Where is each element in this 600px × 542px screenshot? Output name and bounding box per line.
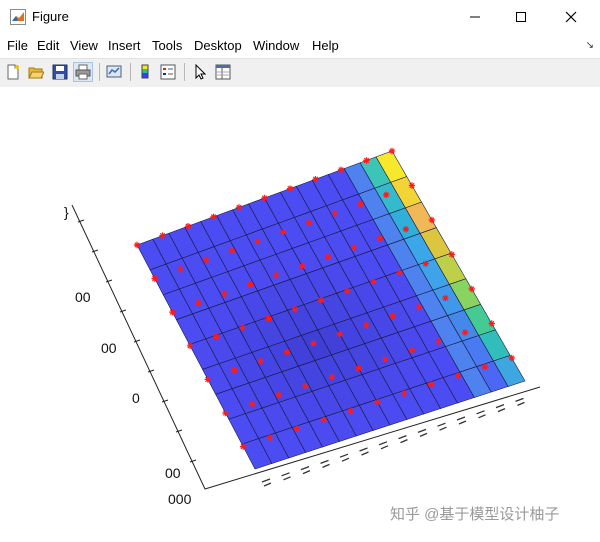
insert-legend-icon <box>160 64 176 80</box>
property-inspector-button[interactable] <box>213 62 233 82</box>
link-plot-icon <box>106 65 122 78</box>
z-tick-label: 000 <box>168 491 192 507</box>
menu-desktop[interactable]: Desktop <box>194 38 242 53</box>
insert-colorbar-button[interactable] <box>135 62 155 82</box>
data-marker <box>350 244 358 251</box>
x-tick-mark <box>495 403 506 413</box>
new-figure-icon <box>7 64 19 80</box>
x-tick-mark <box>359 447 369 456</box>
data-marker <box>257 358 264 365</box>
x-tick-mark <box>378 441 389 450</box>
edit-plot-button[interactable] <box>190 62 210 82</box>
property-inspector-icon <box>215 64 231 80</box>
x-tick-mark <box>515 397 525 406</box>
axis-tick <box>189 459 197 463</box>
maximize-icon <box>516 12 526 22</box>
menu-help[interactable]: Help <box>312 38 339 53</box>
data-marker <box>133 241 141 249</box>
x-tick-mark <box>437 422 447 431</box>
data-marker <box>184 223 192 230</box>
watermark: 知乎 @基于模型设计柚子 <box>390 506 560 523</box>
menu-insert[interactable]: Insert <box>108 38 141 53</box>
x-tick-mark <box>398 434 408 444</box>
data-marker <box>247 281 254 288</box>
z-tick-label: 0 <box>132 390 140 406</box>
data-marker <box>363 321 370 329</box>
menu-tools[interactable]: Tools <box>152 38 182 53</box>
dock-figure-icon[interactable]: ↘ <box>586 40 594 51</box>
x-tick-mark <box>320 459 330 468</box>
insert-legend-button[interactable] <box>158 62 178 82</box>
data-marker <box>481 363 489 371</box>
z-tick-label: 00 <box>165 465 181 481</box>
print-icon <box>75 64 91 80</box>
minimize-button[interactable] <box>452 0 498 34</box>
data-marker <box>228 247 236 254</box>
data-marker <box>159 232 166 239</box>
minimize-icon <box>470 16 480 18</box>
data-marker <box>291 306 298 313</box>
surface-patches <box>136 150 526 470</box>
close-icon <box>565 11 577 23</box>
data-marker <box>408 182 416 189</box>
data-marker <box>402 226 410 233</box>
data-marker <box>240 443 247 450</box>
link-plot-button[interactable] <box>104 62 124 82</box>
data-marker <box>374 399 381 406</box>
data-marker <box>210 213 217 220</box>
axis-tick <box>161 399 169 403</box>
z-tick-label: } <box>64 204 69 220</box>
data-marker <box>370 278 377 286</box>
open-file-icon <box>28 67 44 79</box>
menu-bar: File Edit View Insert Tools Desktop Wind… <box>0 34 600 58</box>
open-file-button[interactable] <box>26 62 46 82</box>
data-marker <box>427 381 435 388</box>
data-marker <box>213 333 220 340</box>
menu-window[interactable]: Window <box>253 38 299 53</box>
edit-plot-icon <box>195 64 207 80</box>
data-marker <box>266 434 274 441</box>
figure-toolbar <box>0 58 600 88</box>
data-marker <box>235 204 243 211</box>
window-title: Figure <box>32 9 69 24</box>
x-tick-mark <box>281 472 291 481</box>
axis-tick <box>175 429 183 433</box>
figure-canvas[interactable]: } 00 00 0 00 000 <box>0 87 600 537</box>
menu-file[interactable]: File <box>7 38 28 53</box>
surface-plot[interactable] <box>0 87 600 537</box>
toolbar-separator <box>130 63 131 81</box>
title-bar: Figure <box>0 0 600 34</box>
print-button[interactable] <box>73 62 93 82</box>
data-marker <box>248 400 256 408</box>
x-tick-mark <box>339 453 350 462</box>
z-tick-label: 00 <box>101 340 117 356</box>
menu-view[interactable]: View <box>70 38 98 53</box>
maximize-button[interactable] <box>498 0 544 34</box>
data-marker <box>428 216 436 224</box>
z-tick-label: 00 <box>75 289 91 305</box>
x-tick-mark <box>456 416 467 425</box>
x-tick-mark <box>417 428 428 437</box>
matlab-logo-icon <box>10 9 26 25</box>
x-tick-mark <box>476 410 486 419</box>
new-figure-button[interactable] <box>3 62 23 82</box>
toolbar-separator <box>99 63 100 81</box>
data-marker <box>383 191 390 199</box>
data-marker <box>305 219 313 226</box>
data-marker <box>186 342 194 349</box>
x-tick-mark <box>300 465 311 475</box>
insert-colorbar-icon <box>141 64 149 79</box>
close-button[interactable] <box>548 0 594 34</box>
toolbar-separator <box>184 63 185 81</box>
save-button[interactable] <box>50 62 70 82</box>
x-tick-mark <box>261 478 272 487</box>
menu-edit[interactable]: Edit <box>37 38 59 53</box>
save-icon <box>52 64 68 80</box>
